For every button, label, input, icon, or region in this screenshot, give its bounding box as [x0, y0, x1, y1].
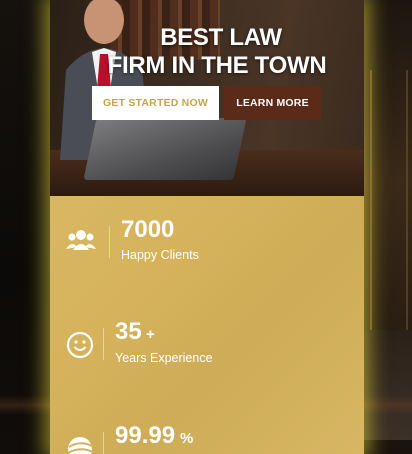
content-card: BEST LAW FIRM IN THE TOWN GET STARTED NO…	[50, 0, 364, 454]
stats-section: 7000 Happy Clients 35 + Years Experience	[50, 196, 364, 454]
book-stack-decoration	[364, 330, 412, 440]
stat-suffix: %	[180, 430, 194, 447]
users-icon	[66, 230, 96, 250]
stat-number: 35	[115, 318, 142, 345]
smiley-icon	[66, 331, 94, 359]
learn-more-button[interactable]: LEARN MORE	[224, 86, 321, 120]
stat-divider	[103, 328, 104, 360]
stat-number: 7000	[121, 216, 175, 243]
ball-icon	[67, 437, 94, 454]
stat-label: Years Experience	[115, 351, 213, 365]
hero-section: BEST LAW FIRM IN THE TOWN GET STARTED NO…	[50, 0, 364, 196]
stat-divider	[103, 432, 104, 454]
hero-title-line1: BEST LAW	[160, 24, 282, 51]
scales-of-justice-decoration	[370, 70, 408, 340]
get-started-button[interactable]: GET STARTED NOW	[92, 86, 219, 120]
background-left	[0, 0, 50, 454]
hero-title-line2: FIRM IN THE TOWN	[107, 52, 327, 79]
stat-suffix: +	[146, 326, 155, 343]
stat-number: 99.99	[115, 422, 176, 449]
background-right	[364, 0, 412, 454]
stat-divider	[109, 226, 110, 258]
laptop-decoration	[83, 118, 247, 180]
stat-label: Happy Clients	[121, 248, 199, 262]
